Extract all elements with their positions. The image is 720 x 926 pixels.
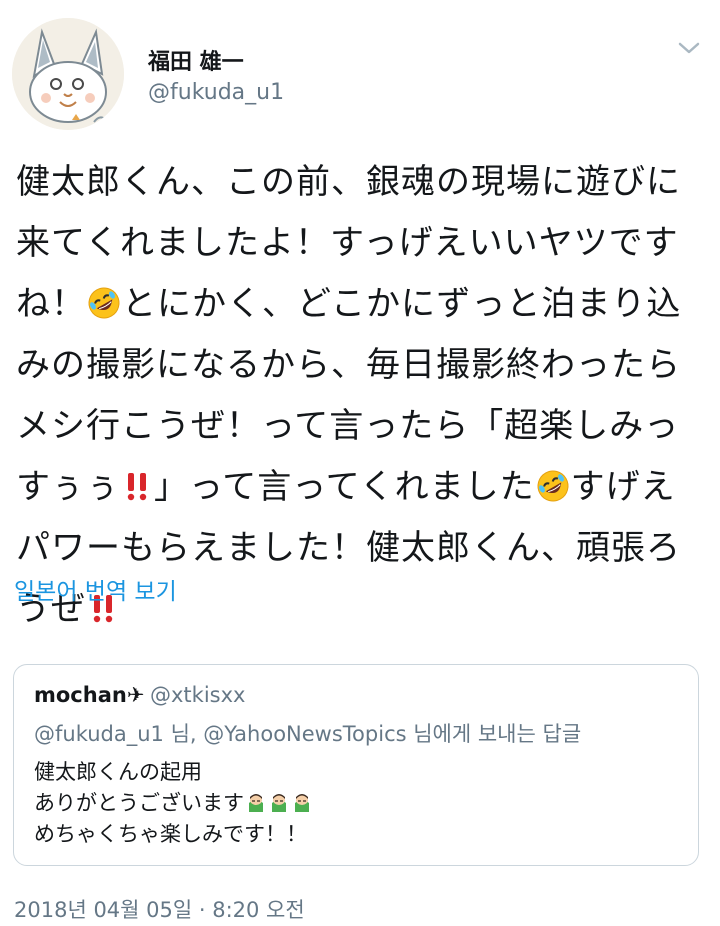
quoted-tweet[interactable]: mochan✈ @xtkisxx @fukuda_u1 님, @YahooNew… <box>13 664 699 866</box>
tweet-line: ね！ とにかく、どこかにずっと泊まり込 <box>16 274 708 335</box>
bowing-person-emoji <box>268 791 290 813</box>
user-handle[interactable]: @fukuda_u1 <box>148 80 284 105</box>
tweet-line: パワーもらえました！健太郎くん、頑張ろ <box>16 528 681 568</box>
tweet-line: メシ行こうぜ！って言ったら「超楽しみっ <box>16 406 680 446</box>
airplane-icon: ✈ <box>126 683 145 707</box>
tweet-text-segment: とにかく、どこかにずっと泊まり込 <box>122 284 682 324</box>
tweet-text-segment: 」って言ってくれました <box>153 467 535 507</box>
double-exclamation-emoji <box>120 462 154 501</box>
tweet-text: 健太郎くん、この前、銀魂の現場に遊びに 来てくれましたよ！すっげえいいヤツです … <box>16 152 708 640</box>
quoted-line: 健太郎くんの起用 <box>34 760 202 784</box>
quoted-user-handle[interactable]: @xtkisxx <box>150 683 245 707</box>
tweet-text-segment: すげえ <box>570 467 676 507</box>
rolling-laughing-emoji <box>87 279 121 319</box>
bowing-person-emoji <box>291 791 313 813</box>
tweet-text-segment: ね！ <box>16 284 86 324</box>
tweet-text-segment: すぅぅ <box>16 467 120 507</box>
translate-link[interactable]: 일본어 번역 보기 <box>14 572 177 606</box>
avatar[interactable] <box>12 18 124 130</box>
bowing-person-emoji <box>245 791 267 813</box>
tweet-line: すぅぅ 」って言ってくれました すげえ <box>16 457 708 518</box>
quoted-line: めちゃくちゃ楽しみです！！ <box>34 822 307 846</box>
tweet-line: 健太郎くん、この前、銀魂の現場に遊びに <box>16 162 681 202</box>
quoted-tweet-text: 健太郎くんの起用 ありがとうございます めちゃくちゃ楽しみです！！ <box>34 757 313 850</box>
quoted-reply-to: @fukuda_u1 님, @YahooNewsTopics 님에게 보내는 답… <box>34 722 582 746</box>
quoted-text-segment: ありがとうございます <box>34 791 244 815</box>
tweet-line: みの撮影になるから、毎日撮影終わったら <box>16 345 681 385</box>
tweet-timestamp[interactable]: 2018년 04월 05일 · 8:20 오전 <box>14 894 305 924</box>
user-name[interactable]: 福田 雄一 <box>148 44 244 76</box>
tweet-line: 来てくれましたよ！すっげえいいヤツです <box>16 223 679 263</box>
quoted-user-name[interactable]: mochan✈ <box>34 683 144 707</box>
quoted-line: ありがとうございます <box>34 788 313 819</box>
chevron-down-icon[interactable] <box>676 38 702 58</box>
quoted-user-name-text: mochan <box>34 683 127 707</box>
rolling-laughing-emoji <box>536 462 570 502</box>
